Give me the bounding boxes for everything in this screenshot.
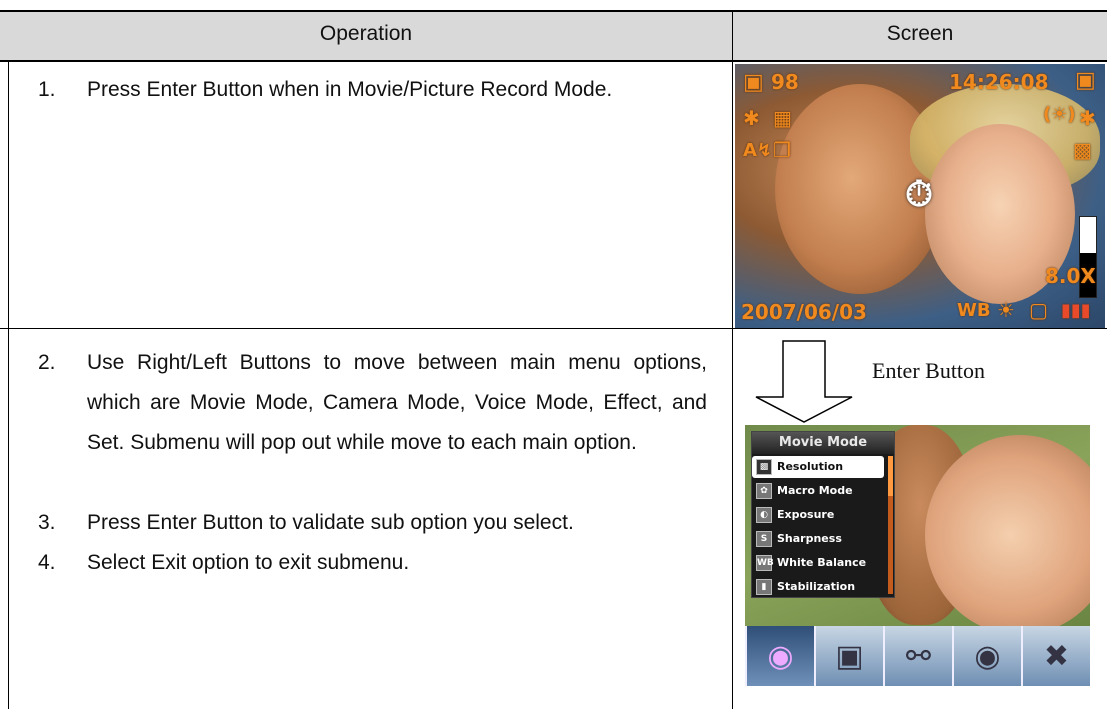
resolution-icon: ▩: [756, 459, 772, 475]
tripod-icon: ▩: [1073, 138, 1092, 162]
left-border: [8, 60, 9, 709]
step-text: Press Enter Button to validate sub optio…: [87, 511, 574, 534]
instruction-table: Operation Screen 1. Press Enter Button w…: [0, 0, 1107, 709]
stabilization-icon: ▮: [756, 579, 772, 595]
step-number: 4.: [38, 551, 56, 574]
step-text: Press Enter Button when in Movie/Picture…: [87, 78, 613, 101]
camera-icon: ▣: [743, 70, 764, 95]
record-mode-icon: ▣: [1075, 68, 1096, 93]
submenu-item-label: Exposure: [777, 508, 835, 521]
main-menu-tab[interactable]: ⚯: [883, 626, 952, 686]
step-number: 2.: [38, 351, 56, 374]
submenu-item-label: White Balance: [777, 556, 867, 569]
movie-reel-icon: ◉: [767, 639, 794, 673]
sharpness-icon: S: [756, 531, 772, 547]
exposure-icon: ◐: [756, 507, 772, 523]
memory-card-icon: ▢: [1029, 298, 1048, 322]
submenu: Movie Mode ▩ Resolution ✿ Macro Mode ◐ Exposu…: [751, 431, 895, 598]
record-mode-screen: ▣ 98 14:26:08 ▣ ✱ ▦ (☀) ✱ A↯ ❐ ▩ ⏱ 8.0X …: [735, 64, 1105, 328]
auto-flash-icon: A↯: [743, 140, 773, 161]
date-readout: 2007/06/03: [741, 300, 867, 324]
burst-icon: ❐: [773, 138, 791, 162]
submenu-item-label: Macro Mode: [777, 484, 853, 497]
submenu-item-label: Resolution: [777, 460, 844, 473]
submenu-item[interactable]: ✿ Macro Mode: [752, 480, 894, 502]
header-bottom-border: [0, 60, 1107, 62]
main-menu-tab[interactable]: ▣: [814, 626, 883, 686]
zoom-readout: 8.0X: [1045, 264, 1096, 288]
quality-icon: ▦: [773, 106, 792, 130]
step-text: Use Right/Left Buttons to move between m…: [87, 351, 707, 454]
stabilization-icon: (☀): [1043, 104, 1076, 125]
submenu-item[interactable]: ▩ Resolution: [752, 456, 884, 478]
column-divider: [732, 11, 733, 709]
effect-icon: ✱: [1079, 106, 1096, 130]
microphone-icon: ⚯: [905, 639, 932, 673]
main-menu-tabbar: ◉ ▣ ⚯ ◉ ✖: [745, 626, 1090, 686]
self-timer-icon: ⏱: [905, 174, 934, 215]
step-number: 1.: [38, 78, 56, 101]
white-balance-icon: ☀: [997, 298, 1015, 322]
step-number: 3.: [38, 511, 56, 534]
submenu-item[interactable]: WB White Balance: [752, 552, 894, 574]
scene-icon: ✱: [743, 106, 760, 130]
table-top-border: [0, 10, 1107, 12]
macro-icon: ✿: [756, 483, 772, 499]
row-divider: [0, 328, 1107, 329]
submenu-item-label: Stabilization: [777, 580, 856, 593]
clock-readout: 14:26:08: [949, 70, 1049, 94]
battery-icon: ▮▮▮: [1061, 300, 1091, 321]
tools-icon: ✖: [1043, 639, 1070, 673]
main-menu-tab[interactable]: ✖: [1021, 626, 1090, 686]
white-balance-label: WB: [957, 300, 991, 321]
down-arrow-icon: [755, 340, 853, 423]
submenu-scroll-thumb[interactable]: [888, 456, 893, 496]
submenu-title: Movie Mode: [752, 432, 894, 454]
shots-remaining: 98: [771, 70, 799, 94]
main-menu-tab[interactable]: ◉: [745, 626, 814, 686]
submenu-item[interactable]: ◐ Exposure: [752, 504, 894, 526]
submenu-scrollbar[interactable]: [888, 456, 893, 594]
enter-button-label: Enter Button: [872, 358, 986, 383]
submenu-item[interactable]: ▮ Stabilization: [752, 576, 894, 598]
operation-header: Operation: [319, 22, 413, 45]
palette-icon: ◉: [974, 639, 1001, 673]
screen-header: Screen: [886, 22, 954, 45]
submenu-item-label: Sharpness: [777, 532, 842, 545]
camera-icon: ▣: [835, 639, 864, 673]
main-menu-tab[interactable]: ◉: [952, 626, 1021, 686]
step-text: Select Exit option to exit submenu.: [87, 551, 410, 574]
white-balance-icon: WB: [756, 555, 774, 571]
menu-screen: Movie Mode ▩ Resolution ✿ Macro Mode ◐ Exposu…: [745, 425, 1090, 686]
submenu-item[interactable]: S Sharpness: [752, 528, 894, 550]
